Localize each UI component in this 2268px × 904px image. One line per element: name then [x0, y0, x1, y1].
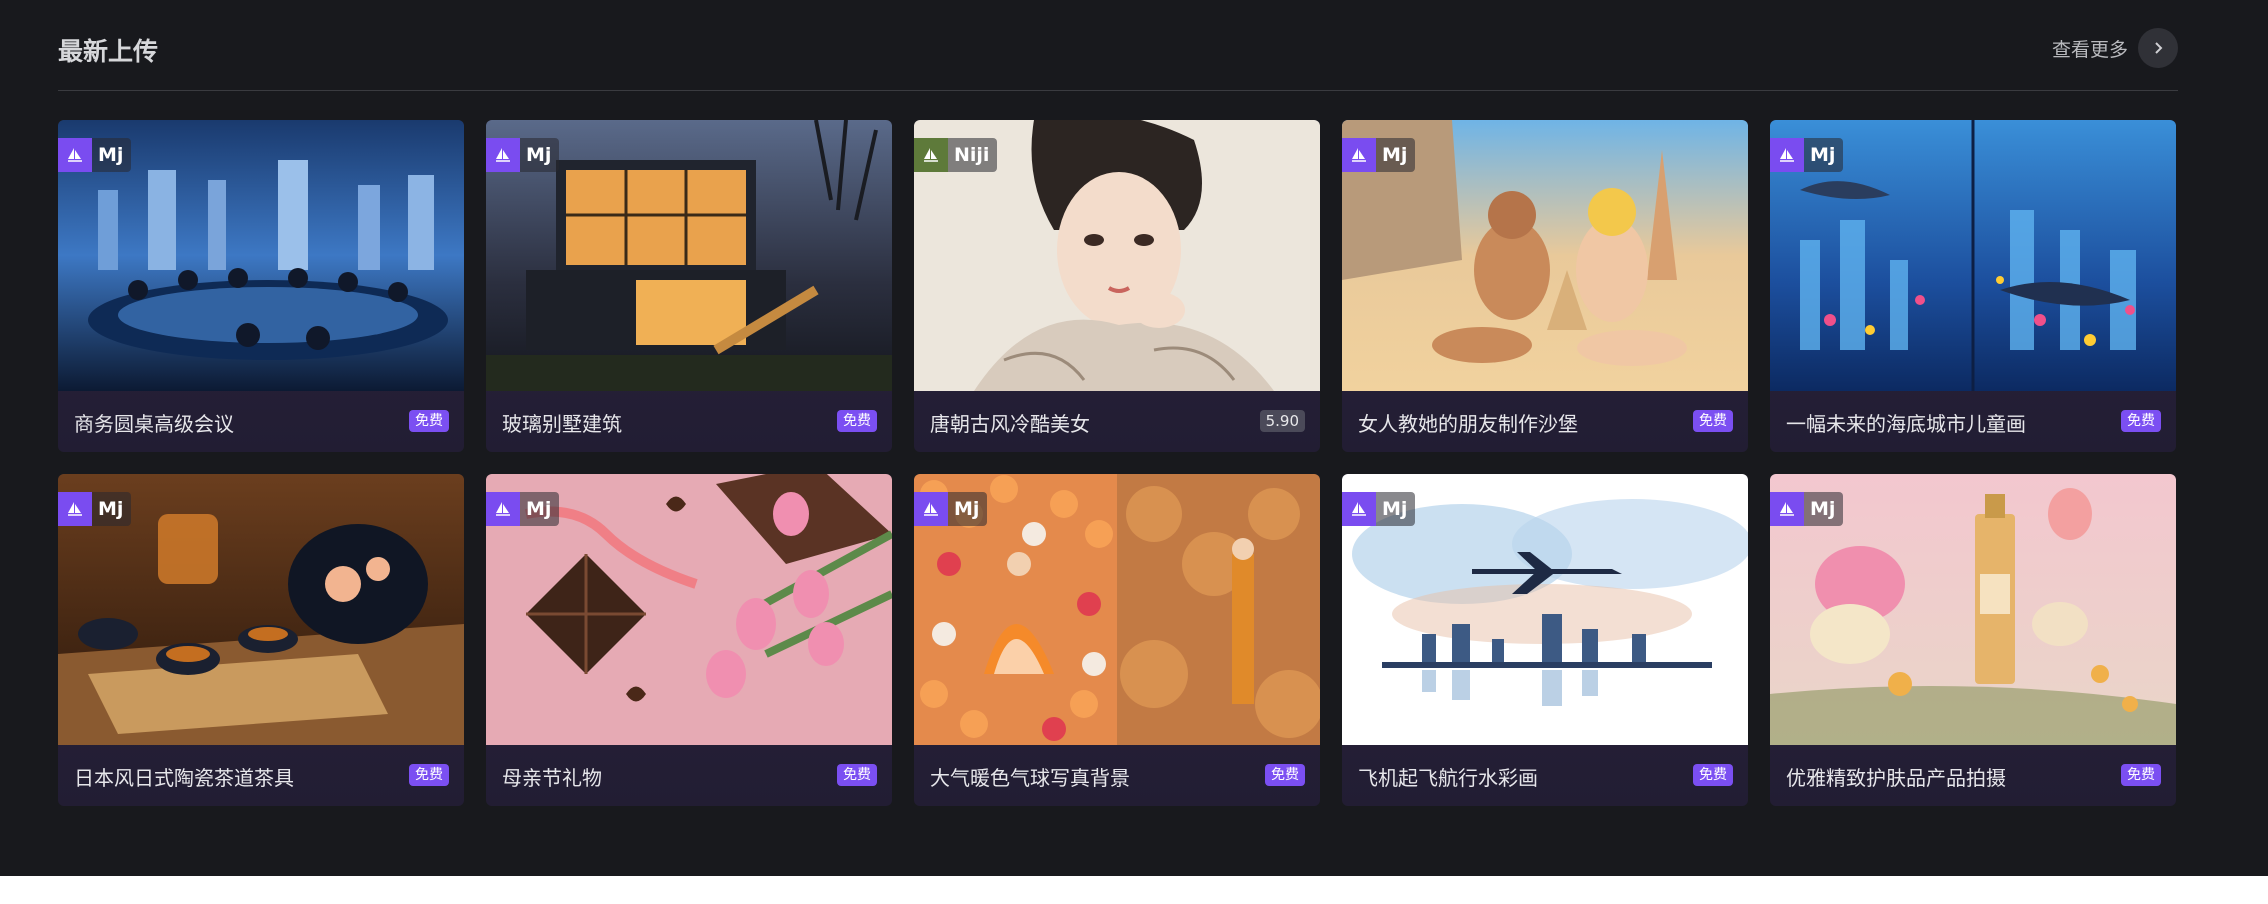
sailboat-icon — [486, 492, 520, 526]
card-title[interactable]: 优雅精致护肤品产品拍摄 — [1786, 762, 2006, 791]
card-footer: 唐朝古风冷酷美女 5.90 — [914, 391, 1320, 452]
card-title[interactable]: 女人教她的朋友制作沙堡 — [1358, 408, 1578, 437]
sailboat-icon — [914, 492, 948, 526]
card-title[interactable]: 飞机起飞航行水彩画 — [1358, 762, 1538, 791]
sailboat-icon — [1770, 138, 1804, 172]
artwork-card[interactable]: Mj 玻璃别墅建筑 免费 — [486, 120, 892, 452]
artwork-card[interactable]: Mj 商务圆桌高级会议 免费 — [58, 120, 464, 452]
card-thumbnail[interactable]: Mj — [1770, 120, 2176, 391]
model-name: Mj — [1810, 144, 1836, 166]
card-thumbnail[interactable]: Mj — [58, 120, 464, 391]
model-name: Mj — [98, 144, 124, 166]
card-footer: 大气暖色气球写真背景 免费 — [914, 745, 1320, 806]
model-badge: Mj — [1342, 138, 1416, 172]
model-badge: Mj — [58, 138, 132, 172]
card-footer: 玻璃别墅建筑 免费 — [486, 391, 892, 452]
artwork-card[interactable]: Mj 一幅未来的海底城市儿童画 免费 — [1770, 120, 2176, 452]
model-name: Mj — [954, 498, 980, 520]
price-badge: 免费 — [1693, 764, 1733, 786]
sailboat-icon — [1770, 492, 1804, 526]
price-badge: 免费 — [409, 410, 449, 432]
card-footer: 优雅精致护肤品产品拍摄 免费 — [1770, 745, 2176, 806]
price-badge: 免费 — [2121, 764, 2161, 786]
model-name: Mj — [1382, 498, 1408, 520]
card-title[interactable]: 日本风日式陶瓷茶道茶具 — [74, 762, 294, 791]
card-thumbnail[interactable]: Mj — [1770, 474, 2176, 745]
section-title: 最新上传 — [58, 37, 159, 66]
card-footer: 母亲节礼物 免费 — [486, 745, 892, 806]
card-footer: 飞机起飞航行水彩画 免费 — [1342, 745, 1748, 806]
view-more-label[interactable]: 查看更多 — [2052, 35, 2128, 62]
card-thumbnail[interactable]: Niji — [914, 120, 1320, 391]
model-badge: Mj — [58, 492, 132, 526]
price-badge: 免费 — [837, 410, 877, 432]
model-badge: Mj — [1342, 492, 1416, 526]
sailboat-icon — [1342, 492, 1376, 526]
model-name: Mj — [1810, 498, 1836, 520]
price-badge: 免费 — [2121, 410, 2161, 432]
price-badge: 免费 — [1693, 410, 1733, 432]
price-badge: 免费 — [409, 764, 449, 786]
model-badge: Mj — [486, 138, 560, 172]
section-header: 最新上传 查看更多 — [58, 22, 2178, 91]
model-name: Mj — [98, 498, 124, 520]
card-title[interactable]: 唐朝古风冷酷美女 — [930, 408, 1090, 437]
sailboat-icon — [58, 492, 92, 526]
view-more-link[interactable]: 查看更多 — [2052, 28, 2178, 68]
price-badge: 5.90 — [1259, 410, 1305, 432]
artwork-card[interactable]: Mj 女人教她的朋友制作沙堡 免费 — [1342, 120, 1748, 452]
artwork-card[interactable]: Mj 飞机起飞航行水彩画 免费 — [1342, 474, 1748, 806]
card-title[interactable]: 玻璃别墅建筑 — [502, 408, 622, 437]
card-title[interactable]: 商务圆桌高级会议 — [74, 408, 234, 437]
card-title[interactable]: 一幅未来的海底城市儿童画 — [1786, 408, 2026, 437]
sailboat-icon — [914, 138, 948, 172]
model-name: Mj — [1382, 144, 1408, 166]
artwork-card[interactable]: Mj 母亲节礼物 免费 — [486, 474, 892, 806]
price-badge: 免费 — [1265, 764, 1305, 786]
card-thumbnail[interactable]: Mj — [486, 474, 892, 745]
artwork-card[interactable]: Mj 优雅精致护肤品产品拍摄 免费 — [1770, 474, 2176, 806]
card-title[interactable]: 大气暖色气球写真背景 — [930, 762, 1130, 791]
model-name: Mj — [526, 498, 552, 520]
sailboat-icon — [1342, 138, 1376, 172]
model-badge: Mj — [914, 492, 988, 526]
card-thumbnail[interactable]: Mj — [914, 474, 1320, 745]
model-name: Mj — [526, 144, 552, 166]
chevron-right-icon[interactable] — [2138, 28, 2178, 68]
artwork-card[interactable]: Niji 唐朝古风冷酷美女 5.90 — [914, 120, 1320, 452]
model-badge: Mj — [1770, 138, 1844, 172]
card-grid: Mj 商务圆桌高级会议 免费 Mj 玻璃别墅建筑 免费 Niji 唐朝古风冷酷美… — [58, 120, 2178, 806]
card-footer: 女人教她的朋友制作沙堡 免费 — [1342, 391, 1748, 452]
card-footer: 一幅未来的海底城市儿童画 免费 — [1770, 391, 2176, 452]
card-footer: 商务圆桌高级会议 免费 — [58, 391, 464, 452]
card-thumbnail[interactable]: Mj — [486, 120, 892, 391]
price-badge: 免费 — [837, 764, 877, 786]
card-title[interactable]: 母亲节礼物 — [502, 762, 602, 791]
model-badge: Mj — [1770, 492, 1844, 526]
card-thumbnail[interactable]: Mj — [1342, 120, 1748, 391]
latest-uploads-section: 最新上传 查看更多 Mj 商务圆桌高级会议 免费 Mj 玻璃别墅建筑 免费 Ni… — [0, 0, 2268, 876]
artwork-card[interactable]: Mj 大气暖色气球写真背景 免费 — [914, 474, 1320, 806]
sailboat-icon — [58, 138, 92, 172]
sailboat-icon — [486, 138, 520, 172]
model-badge: Niji — [914, 138, 998, 172]
model-name: Niji — [954, 144, 990, 166]
model-badge: Mj — [486, 492, 560, 526]
card-thumbnail[interactable]: Mj — [1342, 474, 1748, 745]
card-footer: 日本风日式陶瓷茶道茶具 免费 — [58, 745, 464, 806]
artwork-card[interactable]: Mj 日本风日式陶瓷茶道茶具 免费 — [58, 474, 464, 806]
card-thumbnail[interactable]: Mj — [58, 474, 464, 745]
